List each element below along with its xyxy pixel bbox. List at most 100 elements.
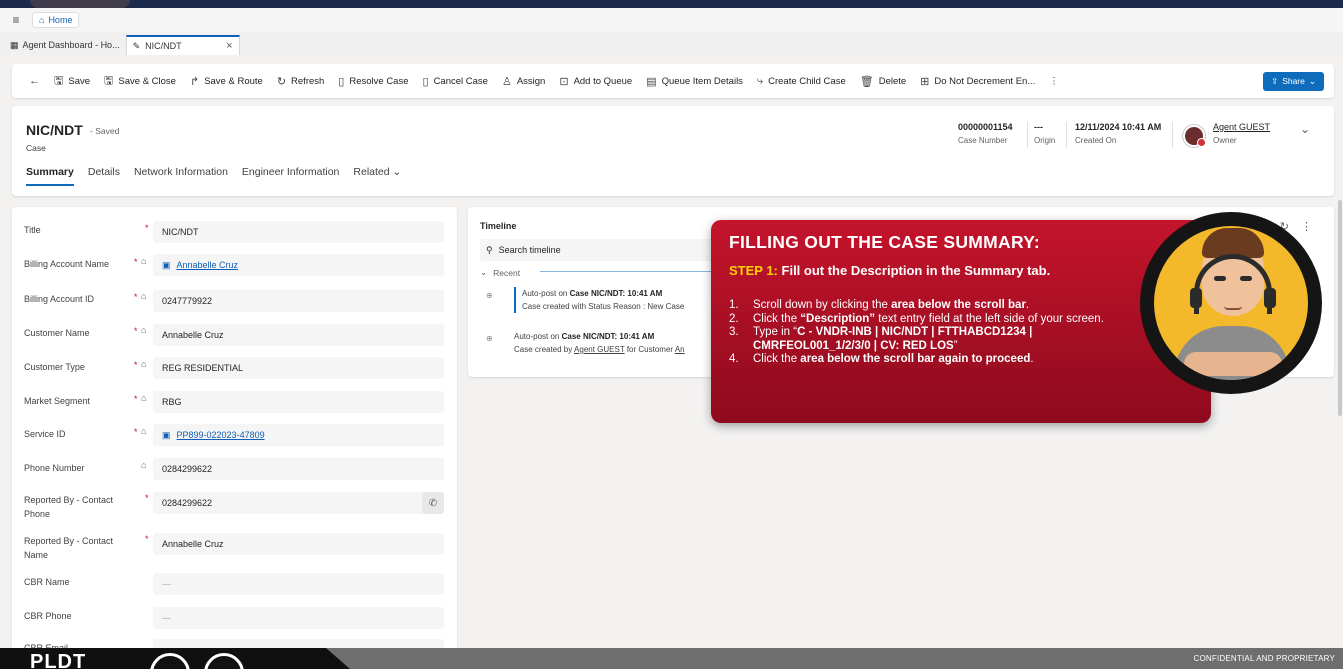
- entry-time: 10:41 AM: [619, 332, 655, 341]
- tab-network-information[interactable]: Network Information: [134, 166, 228, 186]
- agent-link[interactable]: Agent GUEST: [574, 345, 625, 354]
- phone-call-icon[interactable]: ✆: [422, 492, 444, 514]
- add-to-queue-button[interactable]: ⊡ Add to Queue: [552, 67, 639, 95]
- tab-label: Agent Dashboard - Ho...: [22, 40, 120, 50]
- save-icon: 🖫: [54, 74, 64, 87]
- record-tabs: Summary Details Network Information Engi…: [26, 166, 401, 186]
- create-child-case-button[interactable]: ⤷ Create Child Case: [750, 67, 853, 95]
- account-icon: ▣: [162, 259, 171, 270]
- owner-avatar[interactable]: [1183, 125, 1206, 147]
- tab-summary[interactable]: Summary: [26, 166, 74, 186]
- required-marker: *: [145, 223, 149, 233]
- do-not-decrement-button[interactable]: ⊞ Do Not Decrement En...: [913, 67, 1042, 95]
- cbr-phone-input[interactable]: ---: [153, 607, 444, 629]
- origin-value: ---: [1034, 122, 1043, 132]
- cancel-case-button[interactable]: ▯ Cancel Case: [416, 67, 495, 95]
- save-route-button[interactable]: ↱ Save & Route: [183, 67, 270, 95]
- required-marker: *: [134, 427, 138, 437]
- home-button[interactable]: ⌂ Home: [32, 12, 80, 28]
- phone-number-input[interactable]: 0284299622: [153, 458, 444, 480]
- created-on-value: 12/11/2024 10:41 AM: [1075, 122, 1162, 132]
- app-nav-bar: ≡ ⌂ Home: [0, 8, 1343, 32]
- tab-engineer-information[interactable]: Engineer Information: [242, 166, 339, 186]
- title-input[interactable]: NIC/NDT: [153, 221, 444, 243]
- summary-form: Title * NIC/NDT Billing Account Name * ⌂…: [12, 207, 457, 652]
- refresh-button[interactable]: ↻ Refresh: [270, 67, 331, 95]
- save-status: - Saved: [90, 126, 120, 136]
- delete-button[interactable]: 🗑 Delete: [853, 67, 913, 95]
- required-marker: *: [145, 534, 149, 544]
- step-number: 1.: [729, 299, 739, 311]
- recent-group-toggle[interactable]: ⌄ Recent: [480, 267, 520, 278]
- lock-icon: ⌂: [141, 460, 147, 470]
- share-button[interactable]: ⇪ Share ⌄: [1263, 71, 1324, 91]
- queue-icon: ⊡: [559, 75, 569, 88]
- dashboard-icon: ▦: [10, 39, 19, 50]
- search-placeholder: Search timeline: [498, 245, 561, 255]
- command-bar: ← 🖫 Save 🖫 Save & Close ↱ Save & Route ↻ Ref…: [12, 64, 1334, 98]
- more-commands-button[interactable]: ⋮: [1042, 67, 1066, 95]
- queue-item-details-button[interactable]: ▤ Queue Item Details: [639, 67, 750, 95]
- field-label: CBR Phone: [24, 611, 72, 621]
- resolve-case-button[interactable]: ▯ Resolve Case: [331, 67, 415, 95]
- headset-earpiece: [1190, 288, 1202, 308]
- step-emphasis: “Description”: [800, 312, 876, 325]
- recent-label: Recent: [493, 267, 521, 278]
- service-id-link[interactable]: PP899-022023-47809: [177, 430, 265, 440]
- customer-link[interactable]: An: [675, 345, 685, 354]
- top-strip: [0, 0, 1343, 8]
- step-text: text entry field at the left side of you…: [875, 312, 1104, 325]
- tab-details[interactable]: Details: [88, 166, 120, 186]
- tab-agent-dashboard[interactable]: ▦ Agent Dashboard - Ho...: [4, 35, 126, 55]
- reported-by-phone-input[interactable]: 0284299622 ✆: [153, 492, 444, 514]
- step-text: Scroll down by clicking the: [753, 299, 892, 311]
- billing-account-id-input[interactable]: 0247779922: [153, 290, 444, 312]
- entry-body: Case created by: [514, 345, 573, 354]
- grid-icon: ⊞: [920, 75, 930, 88]
- hamburger-icon[interactable]: ≡: [8, 13, 24, 27]
- page-scrollbar-thumb[interactable]: [1338, 200, 1342, 416]
- customer-name-input[interactable]: Annabelle Cruz: [153, 324, 444, 346]
- chevron-down-icon: ⌄: [480, 267, 488, 277]
- lock-icon: ⌂: [141, 291, 147, 301]
- close-tab-icon[interactable]: ×: [226, 40, 232, 52]
- guide-avatar: [1140, 212, 1322, 394]
- entry-prefix: Auto-post on: [522, 289, 568, 298]
- created-on-label: Created On: [1075, 136, 1117, 145]
- timeline-search[interactable]: ⚲ Search timeline: [480, 239, 720, 261]
- customer-type-input[interactable]: REG RESIDENTIAL: [153, 357, 444, 379]
- tab-related[interactable]: Related ⌄: [353, 166, 401, 186]
- field-label: Market Segment: [24, 396, 91, 406]
- service-icon: ▣: [162, 429, 171, 440]
- market-segment-input[interactable]: RBG: [153, 391, 444, 413]
- save-button[interactable]: 🖫 Save: [47, 67, 97, 95]
- divider: [1172, 122, 1173, 148]
- lock-icon: ⌂: [141, 426, 147, 436]
- tab-nic-ndt[interactable]: ✎ NIC/NDT ×: [125, 35, 240, 55]
- add-queue-label: Add to Queue: [573, 75, 633, 87]
- trash-icon: 🗑: [859, 75, 874, 88]
- record-header: NIC/NDT - Saved Case Summary Details Net…: [12, 106, 1334, 196]
- expand-header-chevron-icon[interactable]: ⌄: [1300, 122, 1310, 136]
- share-icon: ⇪: [1271, 75, 1279, 86]
- billing-account-name-lookup[interactable]: ▣ Annabelle Cruz: [153, 254, 444, 276]
- save-label: Save: [68, 75, 91, 87]
- reported-by-name-input[interactable]: Annabelle Cruz: [153, 533, 444, 555]
- billing-account-name-link[interactable]: Annabelle Cruz: [177, 260, 239, 270]
- case-number-value: 00000001154: [958, 122, 1013, 132]
- service-id-lookup[interactable]: ▣ PP899-022023-47809: [153, 424, 444, 446]
- owner-link[interactable]: Agent GUEST: [1213, 122, 1270, 132]
- assign-icon: ♙: [501, 75, 512, 88]
- more-icon[interactable]: ⋮: [1301, 220, 1312, 233]
- save-route-label: Save & Route: [204, 75, 263, 87]
- more-icon: ⋮: [1049, 75, 1059, 87]
- cbr-name-input[interactable]: ---: [153, 573, 444, 595]
- assign-button[interactable]: ♙ Assign: [495, 67, 552, 95]
- child-case-label: Create Child Case: [768, 75, 846, 87]
- session-tabs: ▦ Agent Dashboard - Ho... ✎ NIC/NDT ×: [0, 33, 1343, 55]
- save-close-button[interactable]: 🖫 Save & Close: [97, 67, 183, 95]
- back-button[interactable]: ←: [22, 67, 47, 95]
- field-label: Customer Name: [24, 328, 90, 338]
- share-label: Share: [1282, 76, 1305, 86]
- entry-body: for Customer: [626, 345, 674, 354]
